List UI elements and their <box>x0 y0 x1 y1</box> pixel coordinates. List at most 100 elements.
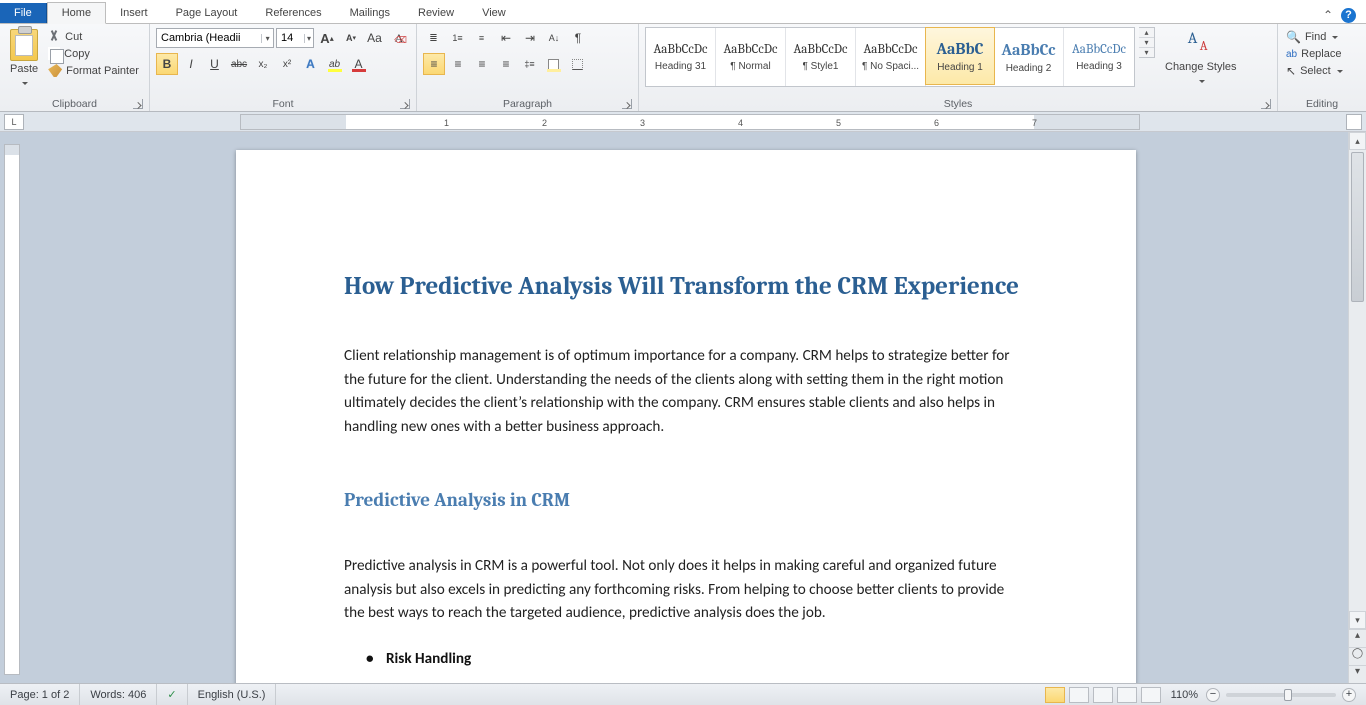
show-marks-button[interactable]: ¶ <box>567 27 589 49</box>
superscript-button[interactable]: x² <box>276 53 298 75</box>
styles-launcher-icon[interactable] <box>1261 99 1271 109</box>
status-language[interactable]: English (U.S.) <box>188 684 277 705</box>
justify-button[interactable]: ≡ <box>495 53 517 75</box>
styles-gallery-scroll[interactable]: ▴▾▾ <box>1139 27 1155 58</box>
gallery-up-icon[interactable]: ▴ <box>1139 28 1154 38</box>
scroll-track[interactable] <box>1349 150 1366 611</box>
paste-button[interactable]: Paste <box>6 27 42 91</box>
font-size-dropdown-icon[interactable]: ▾ <box>304 34 313 43</box>
cut-button[interactable]: Cut <box>46 29 141 44</box>
gallery-more-icon[interactable]: ▾ <box>1139 48 1154 57</box>
zoom-slider[interactable] <box>1226 693 1336 697</box>
view-print-layout[interactable] <box>1045 687 1065 703</box>
tab-review[interactable]: Review <box>404 3 468 23</box>
line-spacing-button[interactable]: ‡≡ <box>519 53 541 75</box>
tab-insert[interactable]: Insert <box>106 3 162 23</box>
text-effects-button[interactable]: A <box>300 53 322 75</box>
change-styles-dropdown-icon[interactable] <box>1197 75 1205 87</box>
change-case-button[interactable]: Aa <box>364 27 386 49</box>
format-painter-button[interactable]: Format Painter <box>46 63 141 78</box>
increase-indent-button[interactable]: ⇥ <box>519 27 541 49</box>
paragraph-launcher-icon[interactable] <box>622 99 632 109</box>
zoom-in-button[interactable]: + <box>1342 688 1356 702</box>
browse-object-icon[interactable]: ◯ <box>1349 647 1366 665</box>
replace-button[interactable]: abReplace <box>1284 47 1343 61</box>
sort-button[interactable]: A↓ <box>543 27 565 49</box>
copy-button[interactable]: Copy <box>46 46 141 61</box>
font-name-input[interactable] <box>157 32 261 44</box>
gallery-down-icon[interactable]: ▾ <box>1139 38 1154 48</box>
doc-heading-1[interactable]: How Predictive Analysis Will Transform t… <box>344 272 1028 301</box>
scroll-thumb[interactable] <box>1351 152 1364 302</box>
clear-formatting-button[interactable]: A⌫ <box>388 27 410 49</box>
style-item-4[interactable]: AaBbCHeading 1 <box>925 27 995 85</box>
bold-button[interactable]: B <box>156 53 178 75</box>
vertical-scrollbar[interactable]: ▴ ▾ ▴ ◯ ▾ <box>1348 132 1366 683</box>
style-item-0[interactable]: AaBbCcDcHeading 31 <box>646 28 716 86</box>
view-web-layout[interactable] <box>1093 687 1113 703</box>
tab-home[interactable]: Home <box>47 2 106 24</box>
style-item-6[interactable]: AaBbCcDcHeading 3 <box>1064 28 1134 86</box>
numbering-button[interactable]: 1≡ <box>447 27 469 49</box>
subscript-button[interactable]: x₂ <box>252 53 274 75</box>
style-item-1[interactable]: AaBbCcDc¶ Normal <box>716 28 786 86</box>
bullets-button[interactable]: ≣ <box>423 27 445 49</box>
style-item-3[interactable]: AaBbCcDc¶ No Spaci... <box>856 28 926 86</box>
find-dropdown-icon[interactable] <box>1330 31 1338 43</box>
doc-bullet-1[interactable]: Risk Handling <box>386 650 1028 668</box>
status-words[interactable]: Words: 406 <box>80 684 157 705</box>
tab-file[interactable]: File <box>0 3 47 23</box>
grow-font-button[interactable]: A▴ <box>316 27 338 49</box>
select-button[interactable]: ↖Select <box>1284 63 1345 79</box>
font-size-input[interactable] <box>277 32 304 44</box>
font-name-combo[interactable]: ▾ <box>156 28 274 48</box>
tab-mailings[interactable]: Mailings <box>336 3 404 23</box>
select-dropdown-icon[interactable] <box>1335 65 1343 77</box>
zoom-out-button[interactable]: − <box>1206 688 1220 702</box>
multilevel-button[interactable]: ≡ <box>471 27 493 49</box>
view-outline[interactable] <box>1117 687 1137 703</box>
help-icon[interactable]: ? <box>1341 8 1356 23</box>
doc-paragraph-1[interactable]: Client relationship management is of opt… <box>344 345 1028 439</box>
font-size-combo[interactable]: ▾ <box>276 28 314 48</box>
scroll-up-icon[interactable]: ▴ <box>1349 132 1366 150</box>
zoom-slider-thumb[interactable] <box>1284 689 1292 701</box>
style-item-2[interactable]: AaBbCcDc¶ Style1 <box>786 28 856 86</box>
doc-heading-2[interactable]: Predictive Analysis in CRM <box>344 489 1028 511</box>
borders-button[interactable] <box>567 53 589 75</box>
align-left-button[interactable]: ≡ <box>423 53 445 75</box>
italic-button[interactable]: I <box>180 53 202 75</box>
paste-dropdown-icon[interactable] <box>20 77 28 89</box>
status-page[interactable]: Page: 1 of 2 <box>0 684 80 705</box>
tab-view[interactable]: View <box>468 3 520 23</box>
decrease-indent-button[interactable]: ⇤ <box>495 27 517 49</box>
font-launcher-icon[interactable] <box>400 99 410 109</box>
clipboard-launcher-icon[interactable] <box>133 99 143 109</box>
view-full-screen[interactable] <box>1069 687 1089 703</box>
vertical-ruler[interactable] <box>4 144 20 675</box>
next-page-icon[interactable]: ▾ <box>1349 665 1366 683</box>
align-center-button[interactable]: ≡ <box>447 53 469 75</box>
horizontal-ruler[interactable]: 1234567 <box>240 114 1140 130</box>
shading-button[interactable] <box>543 53 565 75</box>
font-color-button[interactable]: A <box>348 53 370 75</box>
shrink-font-button[interactable]: A▾ <box>340 27 362 49</box>
tab-page-layout[interactable]: Page Layout <box>162 3 252 23</box>
font-name-dropdown-icon[interactable]: ▾ <box>261 34 273 43</box>
align-right-button[interactable]: ≡ <box>471 53 493 75</box>
page-content[interactable]: How Predictive Analysis Will Transform t… <box>236 150 1136 683</box>
style-item-5[interactable]: AaBbCcHeading 2 <box>994 28 1064 86</box>
highlight-button[interactable]: ab <box>324 53 346 75</box>
underline-button[interactable]: U <box>204 53 226 75</box>
zoom-level[interactable]: 110% <box>1171 689 1198 701</box>
ruler-toggle[interactable] <box>1346 114 1362 130</box>
doc-paragraph-2[interactable]: Predictive analysis in CRM is a powerful… <box>344 555 1028 626</box>
view-draft[interactable] <box>1141 687 1161 703</box>
minimize-ribbon-icon[interactable]: ⌃ <box>1323 8 1333 23</box>
tab-references[interactable]: References <box>251 3 335 23</box>
prev-page-icon[interactable]: ▴ <box>1349 629 1366 647</box>
scroll-down-icon[interactable]: ▾ <box>1349 611 1366 629</box>
change-styles-button[interactable]: A A Change Styles <box>1159 27 1243 89</box>
strike-button[interactable]: abc <box>228 53 250 75</box>
document-canvas[interactable]: How Predictive Analysis Will Transform t… <box>0 132 1348 683</box>
